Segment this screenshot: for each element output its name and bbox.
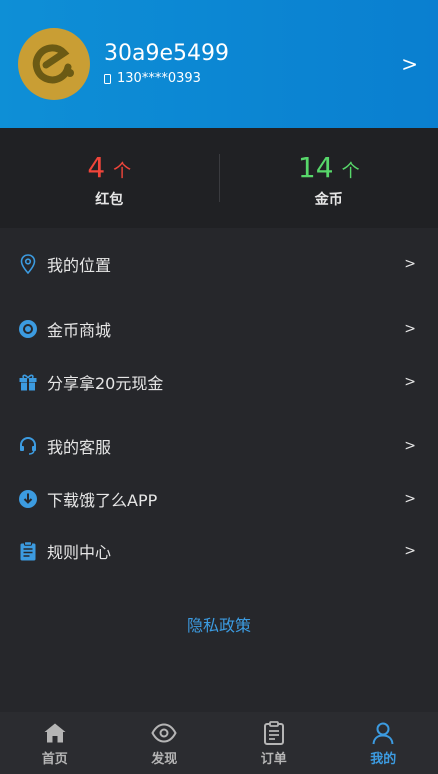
user-icon xyxy=(369,720,397,746)
order-icon xyxy=(260,720,288,746)
tab-home[interactable]: 首页 xyxy=(0,712,110,774)
chevron-right-icon: > xyxy=(404,438,416,454)
headset-icon xyxy=(18,436,38,456)
clipboard-icon xyxy=(18,541,38,561)
chevron-right-icon: > xyxy=(404,374,416,390)
bottom-tab-bar: 首页 发现 订单 我的 xyxy=(0,712,438,774)
header-chevron-icon: > xyxy=(401,52,418,76)
tab-orders[interactable]: 订单 xyxy=(219,712,329,774)
download-icon xyxy=(18,489,38,509)
menu-item-rules-center[interactable]: 规则中心 > xyxy=(0,531,438,571)
phone-number: 130****0393 xyxy=(117,71,201,86)
tab-label: 首页 xyxy=(41,752,68,767)
chevron-right-icon: > xyxy=(404,321,416,337)
user-info: 30a9e5499 130****0393 xyxy=(104,40,401,88)
stat-coins-label: 金币 xyxy=(314,192,343,208)
stats-bar: 4个 红包 14 个 金币 xyxy=(0,128,438,228)
stat-coins[interactable]: 14 个 金币 xyxy=(220,128,438,228)
stat-coins-value: 14 个 xyxy=(297,151,360,184)
tab-discover[interactable]: 发现 xyxy=(110,712,220,774)
coin-icon xyxy=(18,319,38,339)
tab-label: 发现 xyxy=(151,752,178,767)
tab-mine[interactable]: 我的 xyxy=(329,712,438,774)
menu-item-label: 金币商城 xyxy=(47,321,112,340)
phone-icon xyxy=(104,74,111,84)
chevron-right-icon: > xyxy=(404,256,416,272)
phone-row: 130****0393 xyxy=(104,70,401,88)
stat-red-packet[interactable]: 4个 红包 xyxy=(0,128,219,228)
menu-item-label: 规则中心 xyxy=(47,543,112,562)
menu-item-customer-service[interactable]: 我的客服 > xyxy=(0,426,438,466)
chevron-right-icon: > xyxy=(404,491,416,507)
username: 30a9e5499 xyxy=(104,41,229,66)
avatar[interactable] xyxy=(18,28,90,100)
eleme-logo-icon xyxy=(26,36,82,92)
eye-icon xyxy=(150,720,178,746)
gift-icon xyxy=(18,372,38,392)
menu-item-label: 我的客服 xyxy=(47,438,112,457)
menu-item-my-location[interactable]: 我的位置 > xyxy=(0,244,438,284)
menu-item-label: 分享拿20元现金 xyxy=(47,374,164,393)
location-pin-icon xyxy=(18,254,38,274)
menu-item-share-cash[interactable]: 分享拿20元现金 > xyxy=(0,362,438,402)
stat-red-packet-label: 红包 xyxy=(95,192,124,208)
tab-label: 我的 xyxy=(370,752,397,767)
chevron-right-icon: > xyxy=(404,543,416,559)
home-icon xyxy=(41,720,69,746)
menu-item-label: 下载饿了么APP xyxy=(47,491,158,510)
profile-header[interactable]: 30a9e5499 130****0393 > xyxy=(0,0,438,128)
menu-item-download-app[interactable]: 下载饿了么APP > xyxy=(0,479,438,519)
tab-label: 订单 xyxy=(260,752,287,767)
stat-red-packet-value: 4个 xyxy=(87,151,132,184)
menu-item-label: 我的位置 xyxy=(47,256,112,275)
menu-item-coin-mall[interactable]: 金币商城 > xyxy=(0,309,438,349)
privacy-policy-link[interactable]: 隐私政策 xyxy=(0,612,438,636)
